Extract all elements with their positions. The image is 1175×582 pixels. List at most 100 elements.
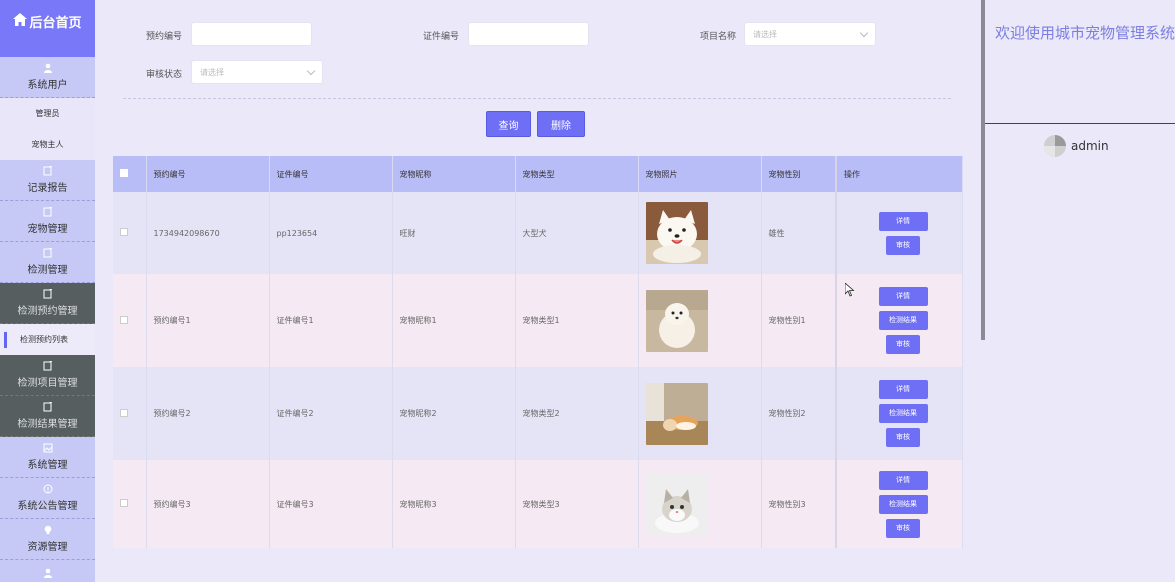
details-button[interactable]: 详情 [878, 380, 928, 399]
sidebar-item-more[interactable] [0, 560, 95, 582]
appointment-table: 预约编号 证件编号 宠物昵称 宠物类型 宠物照片 宠物性别 操作 1734942… [113, 156, 963, 548]
select-all-checkbox[interactable] [120, 169, 128, 177]
details-button[interactable]: 详情 [878, 470, 928, 490]
col-cert-no: 证件编号 [269, 156, 393, 192]
pet-photo-samoyed[interactable] [645, 202, 708, 264]
row-checkbox[interactable] [120, 315, 128, 324]
details-button[interactable]: 详情 [878, 287, 928, 306]
cell-pet-name: 宠物昵称1 [392, 274, 516, 367]
cert-no-input[interactable] [468, 22, 589, 46]
cell-pet-photo [638, 460, 762, 548]
review-button[interactable]: 审核 [886, 335, 920, 354]
sidebar-item-label: 系统公告管理 [17, 501, 78, 512]
filter-divider [123, 98, 951, 99]
details-button[interactable]: 详情 [878, 211, 928, 231]
review-button[interactable]: 审核 [886, 235, 920, 255]
pet-photo-pomeranian[interactable] [645, 289, 708, 352]
cell-actions: 详情 检测结果 审核 [835, 460, 963, 548]
cell-pet-type: 宠物类型3 [515, 460, 639, 548]
cell-pet-photo [638, 274, 762, 367]
username[interactable]: admin [1071, 139, 1109, 153]
cell-cert-no: 证件编号3 [269, 460, 393, 548]
review-status-select[interactable]: 请选择 [191, 60, 323, 84]
row-checkbox[interactable] [120, 228, 128, 236]
cell-pet-type: 宠物类型2 [515, 367, 639, 460]
review-button[interactable]: 审核 [886, 428, 920, 447]
sidebar-item-system[interactable]: 系统管理 [0, 437, 95, 478]
appointment-no-input[interactable] [191, 22, 312, 46]
project-name-label: 项目名称 [700, 32, 737, 42]
user-icon [43, 568, 52, 578]
sidebar-item-label: 资源管理 [27, 542, 68, 553]
sidebar-item-resources[interactable]: 资源管理 [0, 519, 95, 560]
test-results-button[interactable]: 检测结果 [878, 311, 928, 330]
sidebar-item-results[interactable]: 检测结果管理 [0, 396, 95, 437]
info-icon [43, 484, 52, 494]
cell-appointment-no: 预约编号3 [146, 460, 270, 548]
sidebar-subitem-appointment-list[interactable]: 检测预约列表 [0, 324, 95, 355]
table-header-row: 预约编号 证件编号 宠物昵称 宠物类型 宠物照片 宠物性别 操作 [113, 156, 963, 192]
row-select-cell [113, 367, 147, 460]
sidebar-subitem-label: 宠物主人 [31, 140, 64, 149]
cell-pet-type: 宠物类型1 [515, 274, 639, 367]
test-results-button[interactable]: 检测结果 [878, 404, 928, 423]
cell-pet-type: 大型犬 [515, 192, 639, 274]
pet-photo-corgi[interactable] [645, 382, 708, 445]
sidebar-item-projects[interactable]: 检测项目管理 [0, 355, 95, 396]
table-row: 预约编号3 证件编号3 宠物昵称3 宠物类型3 宠物性别3 详情 检测结果 审核 [113, 460, 963, 548]
sidebar-subitem-admin[interactable]: 管理员 [0, 98, 95, 129]
col-pet-type: 宠物类型 [515, 156, 639, 192]
welcome-title: 欢迎使用城市宠物管理系统 [995, 24, 1175, 42]
table-row: 预约编号2 证件编号2 宠物昵称2 宠物类型2 宠物性别2 详情 检测结果 审核 [113, 367, 963, 460]
sidebar-subitem-owner[interactable]: 宠物主人 [0, 129, 95, 160]
cell-pet-photo [638, 367, 762, 460]
doc-icon [43, 361, 52, 371]
col-pet-photo: 宠物照片 [638, 156, 762, 192]
sidebar-item-pets[interactable]: 宠物管理 [0, 201, 95, 242]
sidebar-item-detection[interactable]: 检测管理 [0, 242, 95, 283]
sidebar-item-appointments[interactable]: 检测预约管理 [0, 283, 95, 324]
chevron-down-icon [306, 66, 316, 76]
test-results-button[interactable]: 检测结果 [878, 494, 928, 514]
cell-pet-sex: 宠物性别3 [761, 460, 837, 548]
delete-button[interactable]: 删除 [537, 111, 585, 137]
sidebar-item-label: 检测预约管理 [17, 306, 78, 317]
logo-label: 后台首页 [29, 16, 82, 31]
sidebar-logo[interactable]: 后台首页 [0, 0, 95, 57]
cell-appointment-no: 预约编号2 [146, 367, 270, 460]
pet-photo-kitten[interactable] [645, 473, 708, 535]
cell-pet-sex: 宠物性别1 [761, 274, 837, 367]
doc-icon [43, 166, 52, 176]
sidebar-item-label: 系统管理 [27, 460, 68, 471]
sidebar-item-label: 检测管理 [27, 265, 68, 276]
doc-icon [43, 248, 52, 258]
header-divider [985, 123, 1175, 124]
chevron-down-icon [859, 28, 869, 38]
sidebar-item-label: 系统用户 [27, 80, 68, 91]
avatar[interactable] [1043, 134, 1067, 158]
sidebar-item-system-users[interactable]: 系统用户 [0, 57, 95, 98]
table-row: 1734942098670 pp123654 旺财 大型犬 雄性 详情 审核 [113, 192, 963, 274]
cert-no-label: 证件编号 [423, 32, 460, 42]
review-button[interactable]: 审核 [886, 518, 920, 538]
cell-actions: 详情 检测结果 审核 [835, 367, 963, 460]
row-checkbox[interactable] [120, 499, 128, 507]
query-button[interactable]: 查询 [486, 111, 531, 137]
sidebar-item-announcements[interactable]: 系统公告管理 [0, 478, 95, 519]
doc-icon [43, 402, 52, 412]
row-checkbox[interactable] [120, 408, 128, 417]
cell-pet-name: 旺财 [392, 192, 516, 274]
image-icon [43, 443, 52, 453]
cell-appointment-no: 1734942098670 [146, 192, 270, 274]
review-status-placeholder: 请选择 [200, 67, 224, 77]
sidebar-item-label: 检测结果管理 [17, 419, 78, 430]
project-name-select[interactable]: 请选择 [744, 22, 876, 46]
review-status-label: 审核状态 [146, 70, 183, 80]
sidebar-subitem-label: 检测预约列表 [20, 335, 68, 344]
bulb-icon [44, 525, 51, 534]
sidebar-item-records[interactable]: 记录报告 [0, 160, 95, 201]
cell-appointment-no: 预约编号1 [146, 274, 270, 367]
col-appointment-no: 预约编号 [146, 156, 270, 192]
col-pet-sex: 宠物性别 [761, 156, 837, 192]
cell-pet-photo [638, 192, 762, 274]
